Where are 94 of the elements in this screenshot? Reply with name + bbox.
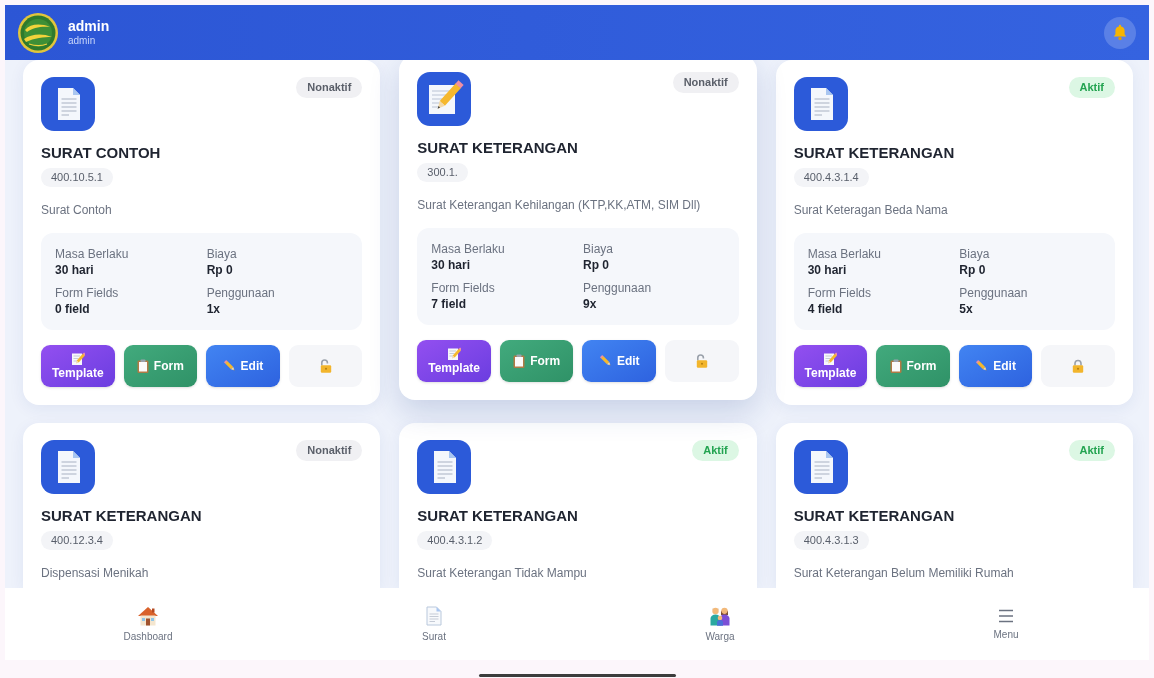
user-name: admin [68, 18, 110, 35]
letter-card[interactable]: Aktif SURAT KETERANGAN 400.4.3.1.4 Surat Keteragan Beda Nama Masa Berlaku 30 hari Biaya Rp 0 Form Fields 4 field Penggunaan 5x Template Form Edit [775, 60, 1133, 405]
status-badge: Nonaktif [296, 440, 363, 461]
edit-button[interactable]: Edit [206, 345, 280, 387]
letter-card[interactable]: Aktif SURAT KETERANGAN 400.4.3.1.3 Surat Keterangan Belum Memiliki Rumah [775, 423, 1133, 588]
notifications-button[interactable] [1104, 16, 1136, 49]
detail-label: Penggunaan [583, 280, 652, 296]
bell-icon [1112, 24, 1128, 41]
detail-value: 5x [959, 301, 973, 317]
status-badge: Nonaktif [296, 77, 363, 98]
template-button[interactable]: Template [41, 345, 115, 387]
letter-description: Dispensasi Menikah [41, 565, 149, 582]
status-badge: Nonaktif [672, 72, 739, 93]
letter-title: SURAT KETERANGAN [417, 506, 578, 526]
detail-value: 1x [206, 301, 220, 317]
status-badge: Aktif [1068, 77, 1115, 98]
letter-title: SURAT CONTOH [41, 143, 161, 163]
detail-value: 30 hari [55, 262, 94, 278]
letter-description: Surat Keteragan Beda Nama [793, 202, 948, 219]
nav-item[interactable]: Warga [577, 588, 863, 660]
detail-label: Biaya [959, 246, 990, 262]
document-icon [426, 605, 442, 626]
detail-value: 4 field [807, 301, 843, 317]
letter-card[interactable]: Nonaktif SURAT CONTOH 400.10.5.1 Surat Contoh Masa Berlaku 30 hari Biaya Rp 0 Form Fields 0 field Penggunaan 1x Template Form Edit [23, 60, 381, 405]
letter-description: Surat Contoh [41, 202, 112, 219]
template-button[interactable]: Template [417, 340, 491, 382]
lock-button[interactable] [665, 340, 739, 382]
detail-label: Biaya [206, 246, 237, 262]
detail-value: 7 field [431, 296, 466, 312]
code-tag: 400.12.3.4 [41, 531, 113, 550]
user-role: admin [68, 35, 97, 47]
form-button[interactable]: Form [876, 345, 950, 387]
nav-item[interactable]: Dashboard [5, 588, 291, 660]
memo-icon [447, 346, 462, 361]
code-tag: 400.4.3.1.3 [793, 531, 869, 550]
letter-description: Surat Keterangan Belum Memiliki Rumah [793, 565, 1014, 582]
clipboard-icon [136, 359, 149, 373]
letter-title: SURAT KETERANGAN [41, 506, 202, 526]
emblem-icon [18, 12, 58, 53]
detail-label: Form Fields [807, 285, 871, 301]
pencil-icon [975, 359, 990, 373]
status-badge: Aktif [1068, 440, 1115, 461]
form-button[interactable]: Form [499, 340, 574, 382]
clipboard-icon [889, 359, 902, 373]
detail-label: Masa Berlaku [807, 246, 882, 262]
detail-label: Form Fields [431, 280, 495, 296]
letter-description: Surat Keterangan Tidak Mampu [417, 565, 587, 582]
detail-label: Masa Berlaku [431, 241, 505, 257]
status-badge: Aktif [692, 440, 739, 461]
letter-card[interactable]: Aktif SURAT KETERANGAN 400.4.3.1.2 Surat Keterangan Tidak Mampu [399, 423, 757, 588]
letter-card[interactable]: Nonaktif SURAT KETERANGAN 300.1. Surat Keterangan Kehilangan (KTP,KK,ATM, SIM Dll) Masa Berlaku 30 hari Biaya Rp 0 Form Fields 7 field Penggunaan 9x Template Form Edit [399, 60, 757, 400]
clipboard-icon [513, 354, 526, 368]
template-button[interactable]: Template [793, 345, 868, 387]
letter-title: SURAT KETERANGAN [793, 506, 955, 526]
family-icon [709, 605, 731, 626]
code-tag: 400.10.5.1 [41, 168, 113, 187]
letter-description: Surat Keterangan Kehilangan (KTP,KK,ATM, SIM Dll) [417, 197, 701, 214]
house-icon [137, 605, 159, 626]
detail-label: Form Fields [55, 285, 119, 301]
lock-button[interactable] [288, 345, 363, 387]
document-icon [793, 440, 848, 494]
pencil-icon [598, 354, 613, 368]
detail-value: Rp 0 [959, 262, 986, 278]
detail-label: Biaya [583, 241, 613, 257]
document-icon [417, 440, 472, 494]
detail-label: Penggunaan [959, 285, 1028, 301]
form-button[interactable]: Form [123, 345, 198, 387]
document-icon [41, 440, 95, 494]
detail-value: 0 field [55, 301, 90, 317]
nav-item[interactable]: Surat [291, 588, 577, 660]
edit-button[interactable]: Edit [582, 340, 657, 382]
lock-button[interactable] [1041, 345, 1115, 387]
menu-icon [998, 607, 1014, 624]
pencil-icon [222, 359, 237, 373]
nav-item[interactable]: Menu [863, 588, 1149, 660]
letter-card[interactable]: Nonaktif SURAT KETERANGAN 400.12.3.4 Dispensasi Menikah [23, 423, 381, 588]
edit-button[interactable]: Edit [958, 345, 1033, 387]
detail-label: Penggunaan [206, 285, 275, 301]
detail-value: Rp 0 [583, 257, 609, 273]
code-tag: 400.4.3.1.4 [793, 168, 869, 187]
memo-icon [823, 351, 838, 366]
memo-icon [70, 351, 85, 366]
code-tag: 400.4.3.1.2 [417, 531, 493, 550]
letter-title: SURAT KETERANGAN [417, 138, 578, 158]
document-icon [793, 77, 848, 131]
detail-value: 30 hari [431, 257, 471, 273]
detail-value: 9x [583, 296, 597, 312]
memo-pencil-icon [417, 72, 472, 126]
detail-value: 30 hari [807, 262, 847, 278]
detail-value: Rp 0 [206, 262, 233, 278]
detail-label: Masa Berlaku [55, 246, 129, 262]
document-icon [41, 77, 95, 131]
code-tag: 300.1. [417, 163, 468, 182]
letter-title: SURAT KETERANGAN [793, 143, 955, 163]
